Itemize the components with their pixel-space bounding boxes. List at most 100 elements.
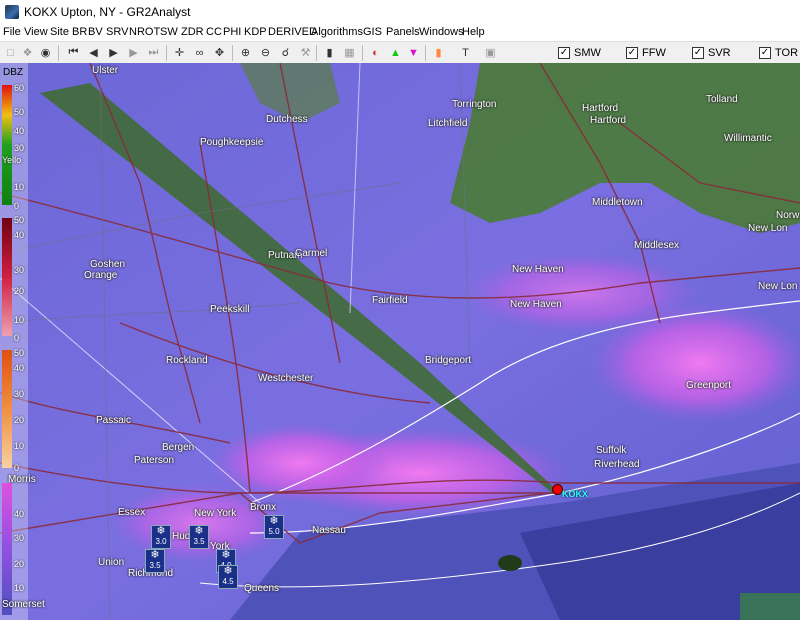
legend-tick: 40 <box>14 363 25 373</box>
legend-tick: 20 <box>14 286 25 296</box>
legend-tick: 50 <box>14 348 25 358</box>
menu-derived[interactable]: DERIVED <box>268 26 317 38</box>
menu-kdp[interactable]: KDP <box>244 26 267 38</box>
text-tool-icon[interactable]: T <box>458 45 473 60</box>
legend-tick: Yello <box>2 155 22 165</box>
globe-icon[interactable]: ◉ <box>38 45 53 60</box>
menu-site[interactable]: Site <box>50 26 69 38</box>
place-label: Middletown <box>592 197 643 208</box>
marker-icon[interactable]: ▮ <box>431 45 446 60</box>
reflectivity-legend: DBZ 60 50 40 30 Yello 10 0 50 40 30 20 1… <box>0 63 28 620</box>
snow-report-marker[interactable]: ❄ 3.5 <box>189 525 209 549</box>
snowflake-icon: ❄ <box>223 565 233 577</box>
checkbox-tor[interactable]: ✓ TOR <box>759 46 798 60</box>
menu-phi[interactable]: PHI <box>223 26 241 38</box>
place-label: Litchfield <box>428 118 468 129</box>
snow-report-marker[interactable]: ❄ 5.0 <box>264 515 284 539</box>
menu-zdr[interactable]: ZDR <box>181 26 204 38</box>
menu-br[interactable]: BR <box>72 26 87 38</box>
menu-cc[interactable]: CC <box>206 26 222 38</box>
palette-icon[interactable]: ◐ <box>368 45 383 60</box>
legend-tick: 40 <box>14 230 25 240</box>
last-frame-icon[interactable]: ⏭ <box>146 45 161 60</box>
menu-algorithms[interactable]: Algorithms <box>311 26 363 38</box>
menu-windows[interactable]: Windows <box>419 26 464 38</box>
place-label: Hartford <box>590 115 627 126</box>
place-label: Hartford <box>582 103 619 114</box>
place-label: Queens <box>244 583 280 594</box>
legend-tick: 10 <box>14 583 25 593</box>
place-label: Tolland <box>706 94 738 105</box>
place-label: Bronx <box>250 502 277 513</box>
snow-total: 3.0 <box>155 537 167 546</box>
legend-tick: 30 <box>14 265 25 275</box>
place-label: Middlesex <box>634 240 680 251</box>
checkbox-smw[interactable]: ✓ SMW <box>558 46 601 60</box>
place-label: New Haven <box>512 264 564 275</box>
menu-file[interactable]: File <box>3 26 21 38</box>
attach-icon[interactable]: ❖ <box>20 45 35 60</box>
title-bar: KOKX Upton, NY - GR2Analyst <box>0 0 800 25</box>
next-frame-icon[interactable]: ▶ <box>126 45 141 60</box>
place-label: Fairfield <box>372 295 408 306</box>
toolbar: □ ❖ ◉ ⏮ ◀ ▶ ▶ ⏭ ✛ ∞ ✥ ⊕ ⊖ ☌ ⚒ ▮ ▦ ◐ ▲ ▼ … <box>0 41 800 65</box>
place-label: New York <box>194 508 237 519</box>
legend-tick: 30 <box>14 533 25 543</box>
menu-panels[interactable]: Panels <box>386 26 420 38</box>
radar-site-label: KOKX <box>562 489 589 499</box>
legend-tick: 50 <box>14 215 25 225</box>
tilt-up-icon[interactable]: ▲ <box>388 45 403 60</box>
place-label: Somerset <box>2 599 45 610</box>
legend-tick: 0 <box>14 201 20 211</box>
menu-sw[interactable]: SW <box>160 26 178 38</box>
place-label: Morris <box>8 474 36 485</box>
place-label: Nassau <box>312 525 346 536</box>
radar-map[interactable]: DBZ 60 50 40 30 Yello 10 0 50 40 30 20 1… <box>0 63 800 620</box>
menu-nrot[interactable]: NROT <box>129 26 160 38</box>
zoom-reset-icon[interactable]: ☌ <box>278 45 293 60</box>
menu-view[interactable]: View <box>24 26 48 38</box>
snow-report-marker[interactable]: ❄ 4.5 <box>218 565 238 589</box>
place-label: Suffolk <box>596 445 627 456</box>
check-icon: ✓ <box>759 47 771 59</box>
menu-help[interactable]: Help <box>462 26 485 38</box>
menu-srv[interactable]: SRV <box>106 26 128 38</box>
window-title: KOKX Upton, NY - GR2Analyst <box>24 5 191 19</box>
tilt-down-icon[interactable]: ▼ <box>406 45 421 60</box>
first-frame-icon[interactable]: ⏮ <box>66 45 81 60</box>
menu-gis[interactable]: GIS <box>363 26 382 38</box>
snow-report-marker[interactable]: ❄ 3.0 <box>151 525 171 549</box>
snow-report-marker[interactable]: ❄ 3.5 <box>145 549 165 573</box>
previous-frame-icon[interactable]: ◀ <box>86 45 101 60</box>
snow-total: 3.5 <box>193 537 205 546</box>
place-label: Torrington <box>452 99 497 110</box>
snowflake-icon: ❄ <box>269 515 279 527</box>
wrench-icon[interactable]: ⚒ <box>298 45 313 60</box>
checkbox-svr[interactable]: ✓ SVR <box>692 46 731 60</box>
grid-icon[interactable]: ▦ <box>342 45 357 60</box>
place-label: Dutchess <box>266 114 308 125</box>
place-label: Goshen <box>90 259 126 270</box>
play-icon[interactable]: ▶ <box>106 45 121 60</box>
panel-icon[interactable]: ▣ <box>483 45 498 60</box>
checkbox-ffw-label: FFW <box>642 47 666 59</box>
save-icon[interactable]: □ <box>3 45 18 60</box>
menu-bv[interactable]: BV <box>88 26 103 38</box>
place-label: New Haven <box>510 299 562 310</box>
legend-tick: 30 <box>14 389 25 399</box>
radar-imagery <box>0 63 800 620</box>
checkbox-ffw[interactable]: ✓ FFW <box>626 46 666 60</box>
layer-icon[interactable]: ▮ <box>322 45 337 60</box>
legend-tick: 10 <box>14 315 25 325</box>
crosshair-icon[interactable]: ✛ <box>172 45 187 60</box>
snow-total: 3.5 <box>149 561 161 570</box>
place-label: Rockland <box>166 355 208 366</box>
zoom-in-icon[interactable]: ⊕ <box>238 45 253 60</box>
pan-icon[interactable]: ✥ <box>212 45 227 60</box>
zoom-out-icon[interactable]: ⊖ <box>258 45 273 60</box>
place-label: Paterson <box>134 455 175 466</box>
menu-bar: File View Site BR BV SRV NROT SW ZDR CC … <box>0 24 800 41</box>
measure-icon[interactable]: ∞ <box>192 45 207 60</box>
place-label: Willimantic <box>724 133 772 144</box>
place-label: Riverhead <box>594 459 640 470</box>
